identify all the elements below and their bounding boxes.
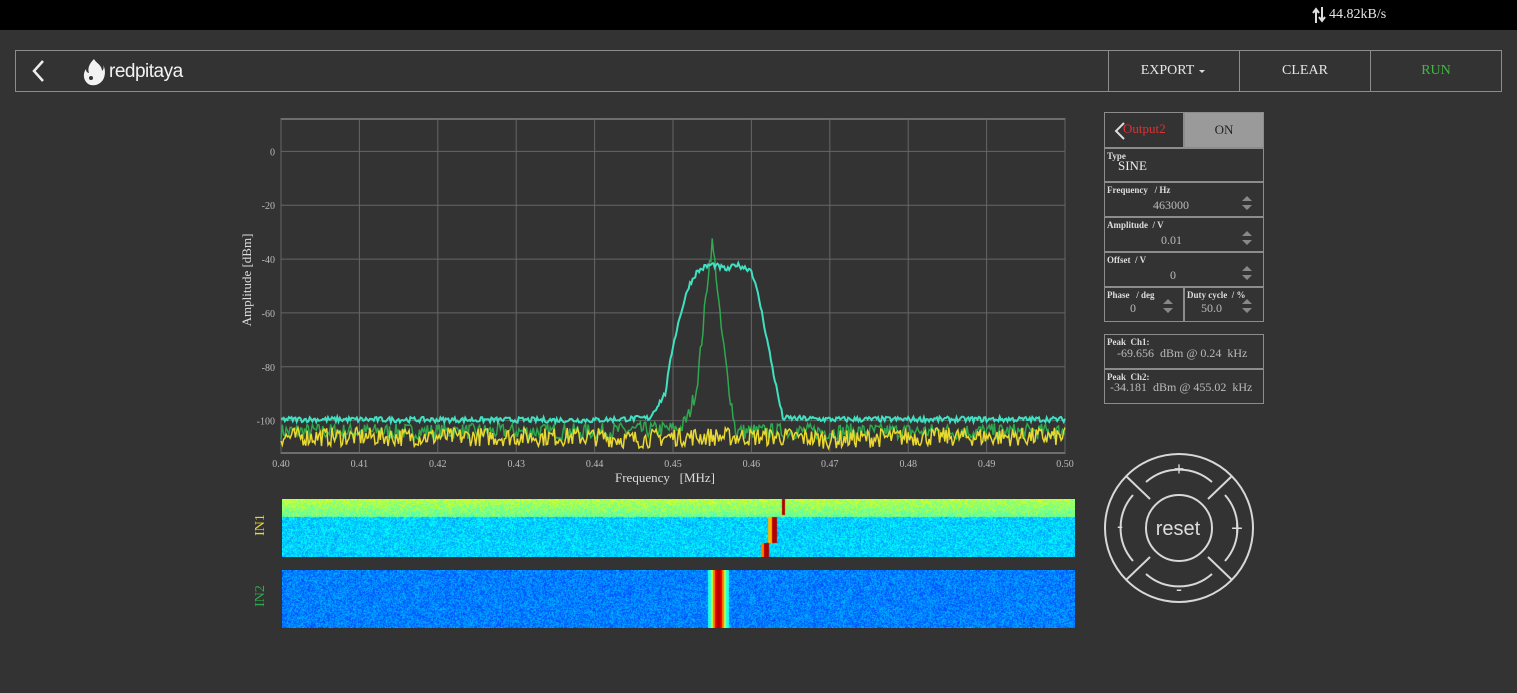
x-axis-label: Frequency [MHz] bbox=[615, 470, 715, 485]
clear-label: CLEAR bbox=[1282, 63, 1328, 78]
run-button[interactable]: RUN bbox=[1370, 51, 1501, 91]
peak-ch1: Peak Ch1: -69.656 dBm @ 0.24 kHz bbox=[1104, 334, 1264, 369]
dpad-plus-top: + bbox=[1174, 459, 1185, 479]
frequency-spinner-icon[interactable] bbox=[1241, 194, 1253, 212]
zoom-in-y-button[interactable]: + bbox=[1157, 456, 1201, 480]
dpad-plus-right: + bbox=[1231, 518, 1243, 540]
offset-value: 0 bbox=[1170, 268, 1176, 282]
app-navbar: redpitaya EXPORT CLEAR RUN bbox=[15, 50, 1502, 92]
offset-field[interactable]: Offset / V 0 bbox=[1104, 252, 1264, 287]
in1-waterfall bbox=[282, 499, 1075, 557]
phase-value: 0 bbox=[1130, 301, 1136, 315]
redpitaya-logo: redpitaya bbox=[82, 57, 183, 87]
y-tick-label: -60 bbox=[262, 309, 275, 320]
network-speed-value: 44.82kB/s bbox=[1329, 7, 1387, 22]
y-tick-label: -20 bbox=[262, 201, 275, 212]
output-on-button[interactable]: ON bbox=[1184, 112, 1264, 148]
back-button[interactable] bbox=[26, 57, 52, 85]
status-bar: 44.82kB/s bbox=[0, 0, 1517, 30]
reset-button[interactable]: reset bbox=[1148, 497, 1210, 559]
in2-waterfall bbox=[282, 570, 1075, 628]
frequency-field[interactable]: Frequency / Hz 463000 bbox=[1104, 182, 1264, 217]
amplitude-spinner-icon[interactable] bbox=[1241, 229, 1253, 247]
offset-spinner-icon[interactable] bbox=[1241, 264, 1253, 282]
frequency-label: Frequency / Hz bbox=[1107, 185, 1171, 195]
type-field[interactable]: Type SINE bbox=[1104, 148, 1264, 182]
x-tick-label: 0.42 bbox=[429, 459, 447, 470]
spectrum-chart[interactable]: 0.40 0.41 0.42 0.43 0.44 0.45 0.46 0.47 0.48 0.49… bbox=[230, 110, 1080, 490]
y-tick-labels: 0 -20 -40 -60 -80 -100 bbox=[257, 147, 275, 427]
in1-label: IN1 bbox=[253, 514, 268, 536]
x-tick-label: 0.40 bbox=[272, 459, 290, 470]
network-speed: 44.82kB/s bbox=[1312, 6, 1386, 24]
y-tick-label: 0 bbox=[270, 147, 275, 158]
x-tick-label: 0.45 bbox=[664, 459, 682, 470]
type-value: SINE bbox=[1118, 158, 1147, 173]
offset-label: Offset / V bbox=[1107, 255, 1147, 265]
caret-down-icon bbox=[1199, 70, 1206, 73]
x-tick-label: 0.43 bbox=[507, 459, 525, 470]
phase-spinner-icon[interactable] bbox=[1162, 297, 1174, 315]
amplitude-label: Amplitude / V bbox=[1107, 220, 1164, 230]
on-label: ON bbox=[1214, 122, 1234, 137]
peak-ch2-value: -34.181 dBm @ 455.02 kHz bbox=[1110, 380, 1253, 394]
export-button[interactable]: EXPORT bbox=[1108, 51, 1239, 91]
y-tick-label: -80 bbox=[262, 363, 275, 374]
x-tick-label: 0.48 bbox=[899, 459, 917, 470]
frequency-value: 463000 bbox=[1153, 198, 1189, 212]
x-tick-label: 0.47 bbox=[821, 459, 839, 470]
dpad-minus-left: - bbox=[1117, 516, 1123, 536]
zoom-in-x-button[interactable]: + bbox=[1228, 512, 1252, 546]
x-tick-label: 0.50 bbox=[1056, 459, 1074, 470]
y-tick-label: -100 bbox=[257, 417, 275, 428]
amplitude-field[interactable]: Amplitude / V 0.01 bbox=[1104, 217, 1264, 252]
duty-cycle-spinner-icon[interactable] bbox=[1241, 297, 1253, 315]
x-tick-labels: 0.40 0.41 0.42 0.43 0.44 0.45 0.46 0.47 0.48 0.49… bbox=[272, 459, 1074, 470]
export-label: EXPORT bbox=[1140, 63, 1195, 78]
peak-ch2: Peak Ch2: -34.181 dBm @ 455.02 kHz bbox=[1104, 369, 1264, 404]
pitaya-logo-icon bbox=[83, 59, 105, 86]
transfer-arrows-icon bbox=[1312, 7, 1326, 23]
peak-ch1-value: -69.656 dBm @ 0.24 kHz bbox=[1117, 346, 1248, 360]
x-tick-label: 0.46 bbox=[743, 459, 761, 470]
in2-label: IN2 bbox=[253, 585, 268, 607]
y-tick-label: -40 bbox=[262, 255, 275, 266]
duty-cycle-value: 50.0 bbox=[1201, 301, 1222, 315]
logo-text: redpitaya bbox=[109, 61, 183, 82]
duty-cycle-field[interactable]: Duty cycle / % 50.0 bbox=[1184, 287, 1264, 322]
zoom-out-x-button[interactable]: - bbox=[1106, 512, 1130, 546]
x-tick-label: 0.44 bbox=[586, 459, 604, 470]
duty-cycle-label: Duty cycle / % bbox=[1187, 290, 1246, 300]
output-label: Output2 bbox=[1123, 121, 1166, 136]
zoom-dpad: + - - + reset bbox=[1104, 453, 1254, 603]
amplitude-value: 0.01 bbox=[1161, 233, 1182, 247]
y-axis-label: Amplitude [dBm] bbox=[239, 234, 254, 327]
x-tick-label: 0.41 bbox=[351, 459, 369, 470]
chevron-left-icon bbox=[32, 60, 44, 82]
zoom-out-y-button[interactable]: - bbox=[1157, 578, 1201, 602]
reset-label: reset bbox=[1156, 518, 1201, 540]
run-label: RUN bbox=[1421, 63, 1451, 78]
x-tick-label: 0.49 bbox=[978, 459, 996, 470]
output-select[interactable]: Output2 bbox=[1104, 112, 1184, 148]
clear-button[interactable]: CLEAR bbox=[1239, 51, 1370, 91]
dpad-minus-bottom: - bbox=[1176, 579, 1182, 599]
phase-label: Phase / deg bbox=[1107, 290, 1155, 300]
phase-field[interactable]: Phase / deg 0 bbox=[1104, 287, 1184, 322]
